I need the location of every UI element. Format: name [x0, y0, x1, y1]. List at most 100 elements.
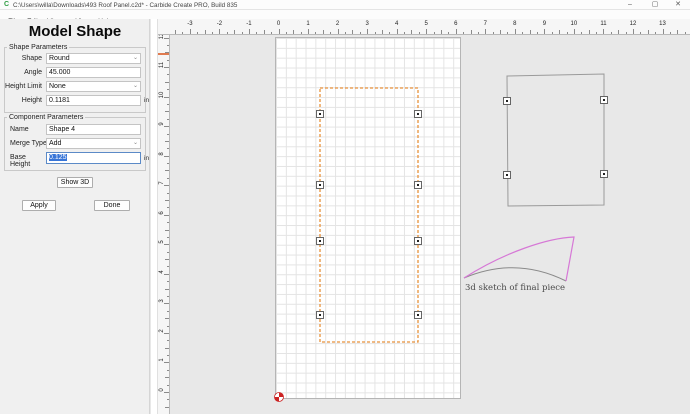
name-value: Shape 4	[49, 126, 75, 133]
ruler-tick	[167, 399, 170, 400]
ruler-label: -3	[187, 21, 192, 27]
ruler-label: 9	[543, 21, 546, 27]
ruler-tick	[167, 193, 170, 194]
ruler-tick	[589, 30, 590, 34]
ruler-tick	[205, 30, 206, 34]
title-bar: C C:\Users\willa\Downloads\493 Roof Pane…	[0, 0, 690, 10]
ruler-tick	[493, 32, 494, 35]
ruler-tick	[165, 141, 169, 142]
ruler-tick	[389, 32, 390, 35]
ruler-label: 10	[159, 90, 165, 100]
app-window: C C:\Users\willa\Downloads\493 Roof Pane…	[0, 0, 690, 414]
ruler-tick	[338, 29, 339, 34]
ruler-label: 13	[659, 21, 666, 27]
ruler-tick	[212, 32, 213, 35]
ruler-tick	[167, 119, 170, 120]
ruler-tick	[308, 29, 309, 34]
base-height-input[interactable]: 0.125	[46, 152, 141, 164]
base-height-value: 0.125	[49, 154, 67, 161]
ruler-tick	[167, 178, 170, 179]
ruler-tick	[167, 281, 170, 282]
ruler-tick	[167, 355, 170, 356]
ruler-label: 6	[454, 21, 457, 27]
panel-scrollbar[interactable]	[151, 19, 158, 414]
merge-type-select[interactable]: Add ⌄	[46, 138, 141, 149]
ruler-tick	[648, 30, 649, 34]
chevron-down-icon: ⌄	[133, 139, 138, 147]
ruler-tick	[165, 111, 169, 112]
height-input[interactable]: 0.1181	[46, 95, 141, 106]
close-button[interactable]: ✕	[670, 0, 686, 10]
cursor-position-marker-y	[158, 53, 170, 55]
ruler-tick	[165, 200, 169, 201]
ruler-tick	[315, 32, 316, 35]
merge-type-value: Add	[49, 140, 61, 147]
ruler-tick	[537, 32, 538, 35]
ruler-tick	[419, 32, 420, 35]
ruler-tick	[167, 89, 170, 90]
base-height-label: Base Height	[10, 154, 48, 168]
shape-select[interactable]: Round ⌄	[46, 53, 141, 64]
ruler-tick	[448, 32, 449, 35]
app-icon: C	[4, 1, 9, 9]
ruler-tick	[197, 32, 198, 35]
ruler-tick	[167, 252, 170, 253]
ruler-label: 10	[571, 21, 578, 27]
minimize-button[interactable]: –	[622, 0, 638, 10]
ruler-tick	[167, 311, 170, 312]
ruler-tick	[165, 82, 169, 83]
ruler-tick	[167, 222, 170, 223]
ruler-tick	[640, 32, 641, 35]
ruler-tick	[685, 32, 686, 35]
ruler-tick	[167, 163, 170, 164]
ruler-label: 5	[159, 237, 165, 247]
ruler-tick	[611, 32, 612, 35]
angle-input[interactable]: 45.000	[46, 67, 141, 78]
ruler-label: 2	[336, 21, 339, 27]
ruler-tick	[167, 45, 170, 46]
ruler-tick	[165, 348, 169, 349]
maximize-button[interactable]: ▢	[647, 0, 663, 10]
ruler-tick	[167, 326, 170, 327]
ruler-tick	[441, 30, 442, 34]
merge-type-label: Merge Type	[10, 140, 48, 147]
ruler-tick	[522, 32, 523, 35]
ruler-tick	[167, 296, 170, 297]
show-3d-button[interactable]: Show 3D	[57, 177, 93, 188]
ruler-tick	[574, 29, 575, 34]
ruler-label: 8	[513, 21, 516, 27]
ruler-tick	[167, 60, 170, 61]
height-limit-select[interactable]: None ⌄	[46, 81, 141, 92]
ruler-label: 1	[159, 355, 165, 365]
ruler-tick	[559, 30, 560, 34]
stock-grid-area[interactable]	[275, 37, 461, 399]
done-button[interactable]: Done	[94, 200, 130, 211]
ruler-tick	[345, 32, 346, 35]
vertical-ruler: 1211109876543210	[158, 35, 170, 414]
ruler-label: 3	[159, 296, 165, 306]
name-label: Name	[10, 126, 48, 133]
ruler-tick	[167, 370, 170, 371]
apply-button[interactable]: Apply	[22, 200, 56, 211]
ruler-tick	[544, 29, 545, 34]
angle-value: 45.000	[49, 69, 70, 76]
chevron-down-icon: ⌄	[133, 54, 138, 62]
ruler-tick	[655, 32, 656, 35]
name-input[interactable]: Shape 4	[46, 124, 141, 135]
component-parameters-label: Component Parameters	[7, 114, 85, 121]
shape-parameters-label: Shape Parameters	[7, 44, 69, 51]
menu-bar: FileEditLibraryViewHelp	[0, 10, 690, 19]
ruler-label: 12	[630, 21, 637, 27]
ruler-label: 4	[159, 267, 165, 277]
ruler-tick	[633, 29, 634, 34]
ruler-tick	[375, 32, 376, 35]
ruler-tick	[434, 32, 435, 35]
shape-label: Shape	[4, 55, 42, 62]
height-limit-label: Height Limit	[4, 83, 42, 90]
ruler-tick	[485, 29, 486, 34]
ruler-tick	[567, 32, 568, 35]
ruler-tick	[411, 30, 412, 34]
ruler-tick	[249, 29, 250, 34]
ruler-tick	[264, 30, 265, 34]
height-limit-value: None	[49, 83, 66, 90]
